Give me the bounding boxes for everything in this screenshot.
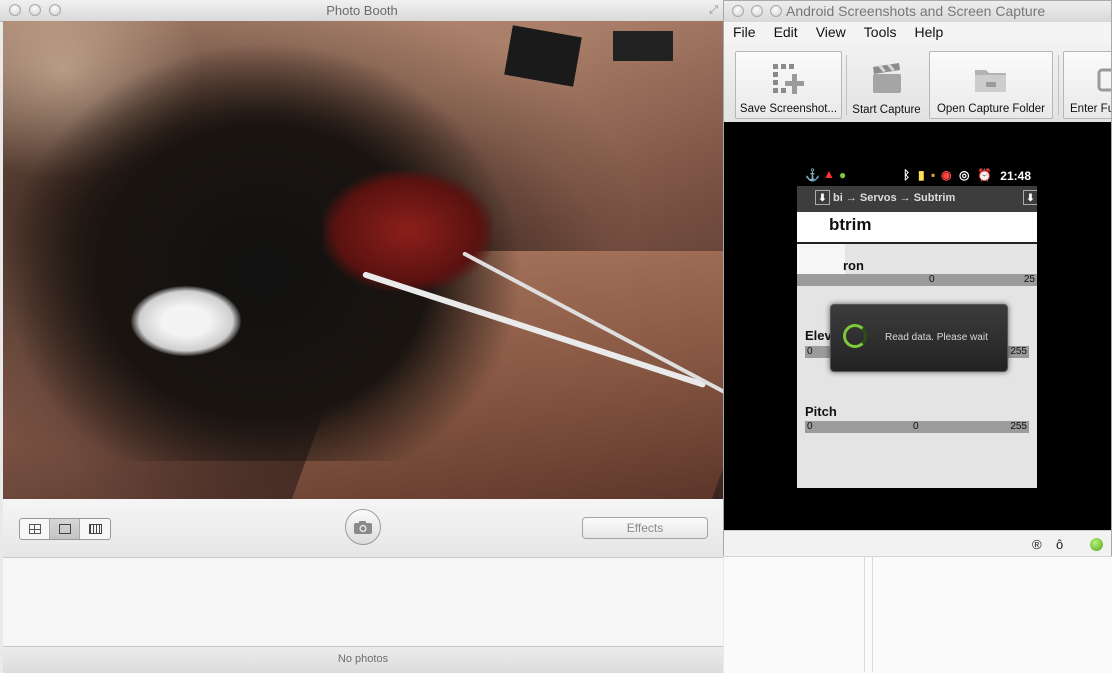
phone-breadcrumb-bar: ⬇ bi → Servos → Subtrim ⬇ bbox=[797, 186, 1037, 212]
view-mode-selector bbox=[19, 518, 111, 540]
device-screen: ⚓ ▲ ● ᛒ ▮ ▪ ◉ ◎ ⏰ 21:48 ⬇ bi → Servos → … bbox=[724, 122, 1111, 530]
battery-icon: ▪ bbox=[931, 168, 936, 182]
window-title: Photo Booth bbox=[326, 3, 398, 18]
photo-booth-toolbar: Effects bbox=[3, 499, 723, 558]
background-divider bbox=[864, 556, 865, 672]
gps-icon: ◎ bbox=[959, 168, 970, 182]
alarm-icon: ⏰ bbox=[977, 168, 992, 182]
phone-screen-title: btrim bbox=[829, 215, 872, 234]
fullscreen-icon bbox=[1097, 68, 1111, 92]
four-up-icon bbox=[28, 524, 41, 534]
four-up-button[interactable] bbox=[20, 519, 50, 539]
clapperboard-icon bbox=[872, 63, 901, 93]
sd-card-icon: ▮ bbox=[918, 168, 925, 182]
effects-button[interactable]: Effects bbox=[582, 517, 708, 539]
folder-icon bbox=[975, 70, 1006, 92]
save-screenshot-icon bbox=[772, 64, 804, 94]
menu-tools[interactable]: Tools bbox=[855, 22, 906, 43]
movie-clip-icon bbox=[88, 524, 102, 534]
phone-display: ⚓ ▲ ● ᛒ ▮ ▪ ◉ ◎ ⏰ 21:48 ⬇ bi → Servos → … bbox=[797, 166, 1037, 488]
capture-titlebar: Android Screenshots and Screen Capture bbox=[724, 1, 1111, 23]
phone-clock: 21:48 bbox=[1000, 169, 1031, 183]
loading-message: Read data. Please wait bbox=[885, 332, 988, 343]
enter-fullscreen-button[interactable]: Enter Fu bbox=[1063, 51, 1111, 119]
capture-toolbar: Save Screenshot... Start Capture Open Ca… bbox=[724, 43, 1111, 123]
start-capture-label: Start Capture bbox=[852, 104, 921, 116]
record-icon: ◉ bbox=[941, 168, 952, 182]
phone-screen-header: btrim bbox=[797, 212, 1037, 244]
aileron-label: ron bbox=[843, 258, 864, 273]
camera-preview bbox=[3, 21, 723, 499]
fullscreen-icon[interactable]: ⤢ bbox=[709, 4, 718, 17]
minimize-button[interactable] bbox=[751, 5, 763, 17]
background-window bbox=[724, 556, 1112, 673]
warning-icon: ▲ bbox=[823, 167, 835, 181]
elevator-label: Elev bbox=[805, 328, 832, 343]
photo-booth-titlebar: Photo Booth ⤢ bbox=[0, 0, 724, 22]
bluetooth-icon: ᛒ bbox=[903, 168, 911, 182]
download-arrow-icon[interactable]: ⬇ bbox=[1023, 190, 1037, 205]
loading-dialog: Read data. Please wait bbox=[830, 304, 1008, 372]
download-arrow-icon[interactable]: ⬇ bbox=[815, 190, 830, 205]
pitch-slider[interactable]: 0 0 255 bbox=[805, 421, 1029, 433]
photo-tray bbox=[3, 558, 723, 646]
aileron-slider[interactable]: 0 25 bbox=[797, 274, 1037, 286]
phone-status-bar: ⚓ ▲ ● ᛒ ▮ ▪ ◉ ◎ ⏰ 21:48 bbox=[797, 166, 1037, 186]
phone-breadcrumb: bi → Servos → Subtrim bbox=[833, 192, 956, 204]
connected-status-icon bbox=[1090, 538, 1103, 551]
android-icon: ● bbox=[839, 168, 847, 182]
close-button[interactable] bbox=[732, 5, 744, 17]
orientation-icon: ô bbox=[1056, 537, 1064, 552]
camera-icon bbox=[354, 520, 372, 534]
registered-icon: ® bbox=[1032, 537, 1042, 552]
android-capture-window: Android Screenshots and Screen Capture F… bbox=[723, 0, 1112, 556]
pitch-label: Pitch bbox=[805, 404, 837, 419]
menu-bar: File Edit View Tools Help bbox=[724, 22, 1111, 43]
window-title: Android Screenshots and Screen Capture bbox=[786, 3, 1046, 19]
photo-count-status: No photos bbox=[3, 646, 723, 673]
save-screenshot-button[interactable]: Save Screenshot... bbox=[735, 51, 842, 119]
open-capture-folder-button[interactable]: Open Capture Folder bbox=[929, 51, 1053, 119]
photo-booth-window: Photo Booth ⤢ Effects No photos bbox=[0, 0, 725, 673]
enter-fullscreen-label: Enter Fu bbox=[1070, 103, 1111, 115]
menu-file[interactable]: File bbox=[724, 22, 765, 43]
start-capture-button[interactable]: Start Capture bbox=[848, 51, 925, 119]
zoom-button[interactable] bbox=[770, 5, 782, 17]
menu-view[interactable]: View bbox=[807, 22, 855, 43]
capture-status-bar: ® ô bbox=[724, 530, 1111, 556]
save-screenshot-label: Save Screenshot... bbox=[739, 103, 838, 115]
background-divider bbox=[872, 556, 873, 672]
menu-help[interactable]: Help bbox=[905, 22, 952, 43]
menu-edit[interactable]: Edit bbox=[765, 22, 807, 43]
single-photo-icon bbox=[58, 524, 71, 534]
spinner-icon bbox=[843, 324, 867, 348]
usb-icon: ⚓ bbox=[805, 168, 820, 182]
movie-clip-button[interactable] bbox=[80, 519, 110, 539]
open-capture-folder-label: Open Capture Folder bbox=[936, 103, 1046, 115]
take-photo-button[interactable] bbox=[345, 509, 381, 545]
single-photo-button[interactable] bbox=[50, 519, 80, 539]
